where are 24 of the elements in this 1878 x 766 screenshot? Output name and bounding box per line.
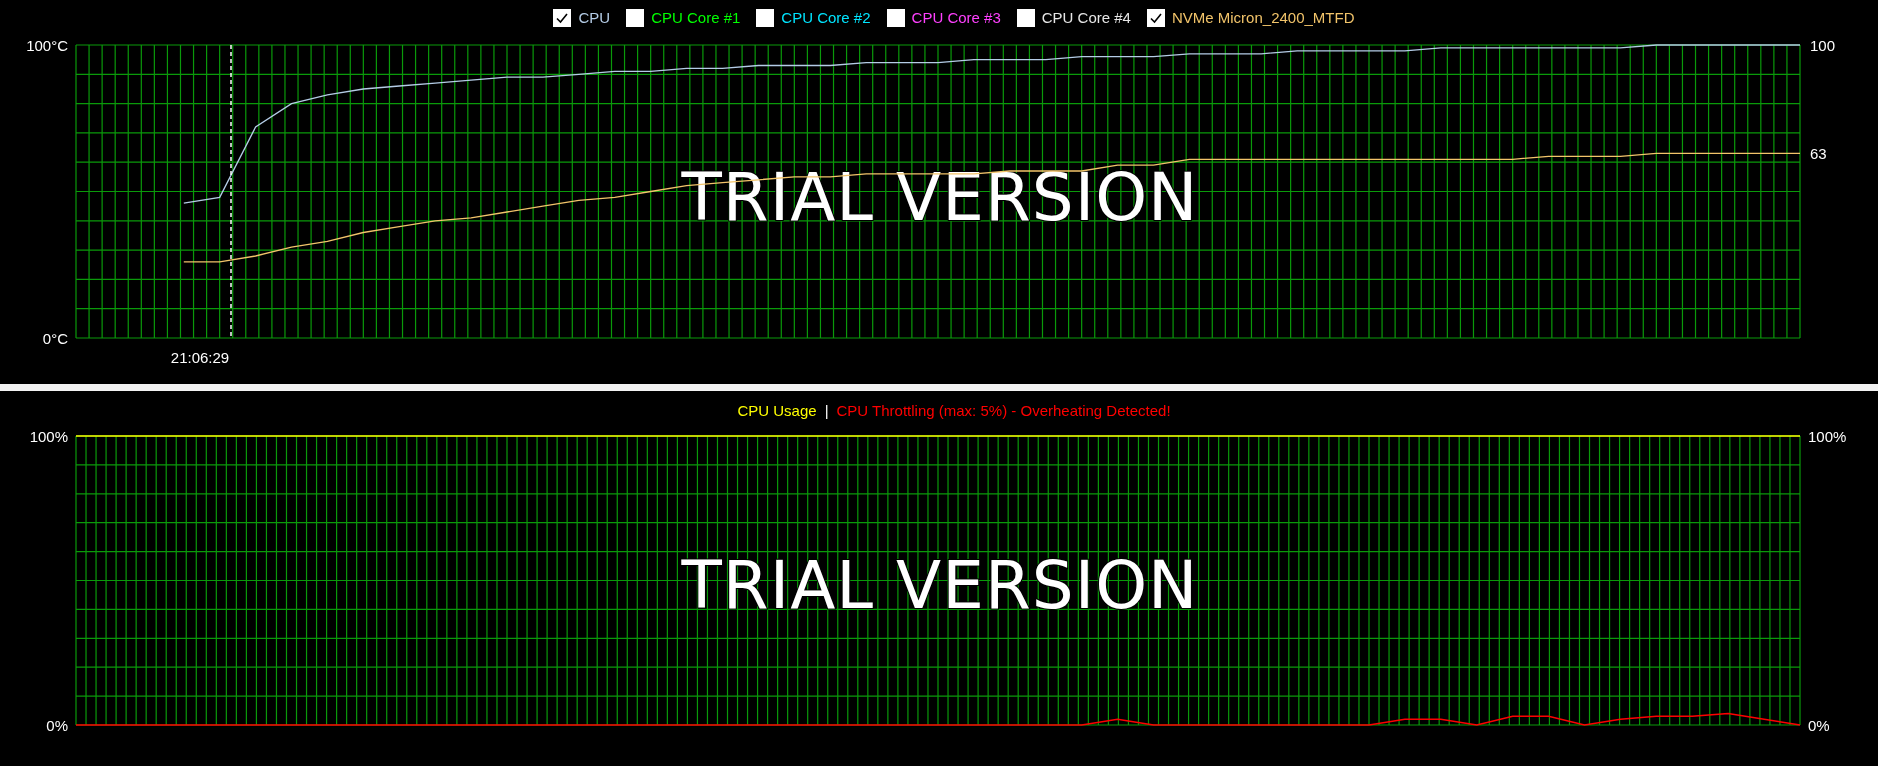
legend-label: CPU Throttling (max: 5%) - Overheating Detected! — [836, 402, 1171, 419]
checkbox[interactable] — [1146, 8, 1165, 27]
legend-label[interactable]: CPU Core #4 — [1041, 9, 1131, 26]
axis-label: 0% — [1808, 717, 1830, 734]
axis-label: 0% — [46, 717, 68, 734]
legend-label[interactable]: NVMe Micron_2400_MTFD — [1171, 9, 1355, 26]
legend-label[interactable]: CPU Core #2 — [781, 9, 871, 26]
legend-label: CPU Usage — [737, 402, 817, 419]
checkbox[interactable] — [886, 8, 905, 27]
checkbox[interactable] — [626, 8, 645, 27]
axis-label: 0°C — [42, 330, 68, 347]
legend-label[interactable]: CPU — [578, 9, 611, 26]
axis-label: 100°C — [26, 37, 68, 54]
checkbox[interactable] — [553, 8, 572, 27]
checkbox[interactable] — [756, 8, 775, 27]
legend-label[interactable]: CPU Core #3 — [911, 9, 1001, 26]
axis-label: 100% — [1808, 430, 1847, 445]
end-value-label: 100 — [1810, 37, 1836, 54]
legend-label[interactable]: CPU Core #1 — [651, 9, 741, 26]
time-label: 21:06:29 — [170, 349, 230, 366]
checkbox[interactable] — [1016, 8, 1035, 27]
legend-separator: | — [824, 402, 829, 419]
axis-label: 100% — [29, 430, 68, 445]
end-value-label: 63 — [1810, 145, 1827, 163]
